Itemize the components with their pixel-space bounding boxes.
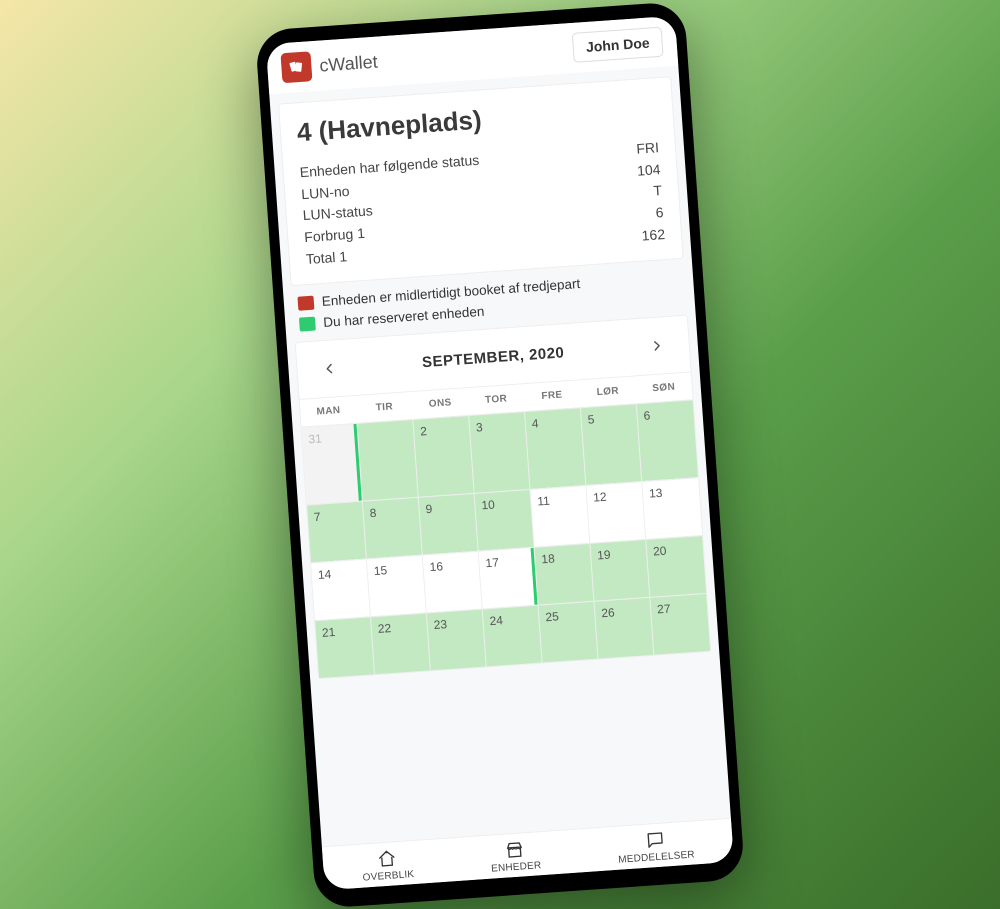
- home-icon: [377, 848, 398, 869]
- calendar-day-number: 2: [420, 424, 428, 438]
- nav-overview[interactable]: OVERBLIK: [361, 847, 415, 884]
- calendar-cell[interactable]: 4: [525, 407, 586, 489]
- calendar-cell[interactable]: 31: [302, 423, 363, 505]
- calendar-day-number: 9: [425, 502, 433, 516]
- app-name: cWallet: [319, 51, 379, 76]
- calendar-day-number: 19: [597, 547, 611, 562]
- calendar-cell[interactable]: 5: [581, 403, 642, 485]
- store-icon: [504, 839, 525, 860]
- nav-units-label: ENHEDER: [491, 860, 542, 874]
- calendar-day-number: 3: [476, 420, 484, 434]
- calendar-dow: LØR: [579, 376, 637, 407]
- calendar-cell[interactable]: [357, 419, 418, 501]
- calendar-title: SEPTEMBER, 2020: [421, 344, 564, 371]
- calendar-cell[interactable]: 3: [469, 411, 530, 493]
- calendar-day-number: 31: [308, 431, 322, 446]
- calendar-cell[interactable]: 17: [479, 547, 539, 609]
- swatch-red-icon: [297, 295, 314, 310]
- calendar-cell[interactable]: 20: [646, 535, 706, 597]
- calendar-cell[interactable]: 22: [371, 612, 431, 674]
- nav-units[interactable]: ENHEDER: [489, 838, 541, 874]
- status-value: 104: [636, 158, 661, 181]
- calendar-day-number: 12: [593, 490, 607, 505]
- calendar-day-number: 14: [317, 567, 331, 582]
- status-label: Total 1: [305, 245, 348, 270]
- content: 4 (Havneplads) Enheden har følgende stat…: [269, 65, 731, 846]
- calendar-dow: SØN: [635, 372, 693, 403]
- user-menu-button[interactable]: John Doe: [572, 26, 664, 62]
- calendar-cell[interactable]: 8: [363, 497, 423, 559]
- calendar-cell[interactable]: 18: [535, 543, 595, 605]
- calendar-day-number: 18: [541, 551, 555, 566]
- calendar-day-number: 21: [322, 625, 336, 640]
- calendar-cell[interactable]: 2: [413, 415, 474, 497]
- calendar-cell[interactable]: 26: [594, 597, 654, 659]
- calendar-cell[interactable]: 12: [586, 481, 646, 543]
- calendar-cell[interactable]: 7: [307, 501, 367, 563]
- swatch-green-icon: [299, 316, 316, 331]
- prev-month-button[interactable]: [317, 356, 343, 382]
- calendar-day-number: 13: [649, 486, 663, 501]
- calendar-cell[interactable]: 9: [419, 493, 479, 555]
- calendar-day-number: 27: [657, 601, 671, 616]
- nav-overview-label: OVERBLIK: [362, 869, 414, 884]
- calendar-cell[interactable]: 6: [637, 399, 698, 481]
- calendar-day-number: 4: [531, 416, 539, 430]
- calendar-day-number: 7: [313, 510, 321, 524]
- calendar-day-number: 23: [433, 617, 447, 632]
- calendar-dow: MAN: [300, 396, 358, 427]
- calendar-day-number: 25: [545, 609, 559, 624]
- calendar-cell[interactable]: 24: [483, 605, 543, 667]
- message-icon: [645, 829, 666, 850]
- next-month-button[interactable]: [644, 333, 670, 359]
- calendar-dow: FRE: [523, 380, 581, 411]
- calendar-grid: 3123456789101112131415161718192021222324…: [302, 399, 711, 678]
- status-value: FRI: [636, 137, 660, 160]
- chevron-left-icon: [322, 361, 337, 376]
- calendar-cell[interactable]: 14: [311, 558, 371, 620]
- calendar-day-number: 6: [643, 408, 651, 422]
- calendar-dow: ONS: [411, 388, 469, 419]
- nav-messages-label: MEDDELELSER: [618, 849, 695, 865]
- chevron-right-icon: [649, 338, 664, 353]
- calendar-card: SEPTEMBER, 2020 MANTIRONSTORFRELØRSØN 31…: [295, 315, 712, 680]
- calendar-day-number: 17: [485, 555, 499, 570]
- status-value: 6: [655, 202, 664, 224]
- calendar-cell[interactable]: 10: [475, 489, 535, 551]
- calendar-day-number: 16: [429, 559, 443, 574]
- page-title: 4 (Havneplads): [296, 92, 657, 148]
- calendar-cell[interactable]: 13: [642, 477, 702, 539]
- calendar-day-number: 20: [653, 544, 667, 559]
- phone-frame: cWallet John Doe 4 (Havneplads) Enheden …: [255, 1, 745, 909]
- nav-messages[interactable]: MEDDELELSER: [616, 827, 695, 865]
- calendar-dow: TIR: [356, 392, 414, 423]
- wallet-icon: [280, 51, 312, 83]
- calendar-day-number: 26: [601, 605, 615, 620]
- unit-status-card: 4 (Havneplads) Enheden har følgende stat…: [278, 76, 684, 286]
- calendar-day-number: 10: [481, 497, 495, 512]
- status-label: Forbrug 1: [304, 222, 366, 248]
- calendar-dow: TOR: [467, 384, 525, 415]
- status-value: T: [653, 180, 663, 202]
- calendar-day-number: 11: [537, 494, 550, 509]
- calendar-day-number: 15: [373, 563, 387, 578]
- calendar-cell[interactable]: 19: [590, 539, 650, 601]
- brand[interactable]: cWallet: [280, 46, 378, 83]
- status-value: 162: [641, 223, 666, 246]
- calendar-cell[interactable]: 21: [315, 616, 375, 678]
- calendar-cell[interactable]: 11: [530, 485, 590, 547]
- calendar-day-number: 5: [587, 412, 595, 426]
- screen: cWallet John Doe 4 (Havneplads) Enheden …: [266, 15, 734, 890]
- calendar-cell[interactable]: 15: [367, 555, 427, 617]
- calendar-cell[interactable]: 16: [423, 551, 483, 613]
- calendar-cell[interactable]: 25: [539, 601, 599, 663]
- calendar-day-number: 8: [369, 506, 377, 520]
- calendar-day-number: 24: [489, 613, 503, 628]
- calendar-cell[interactable]: 23: [427, 609, 487, 671]
- status-label: LUN-no: [301, 180, 351, 205]
- calendar-day-number: 22: [377, 621, 391, 636]
- calendar-cell[interactable]: 27: [650, 593, 710, 655]
